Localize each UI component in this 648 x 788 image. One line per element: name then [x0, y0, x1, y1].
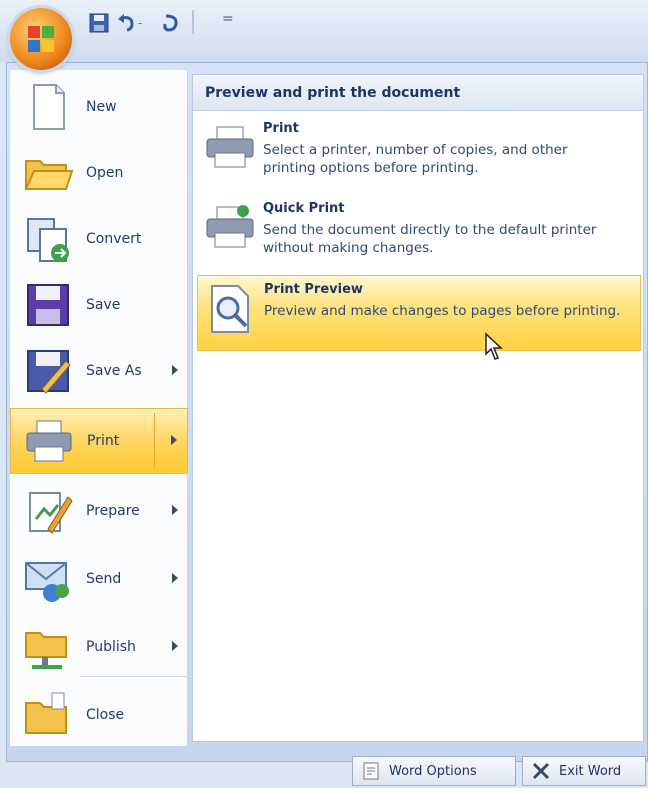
printer-icon — [203, 121, 257, 175]
toolbar-divider — [192, 10, 194, 34]
menu-item-label: Convert — [86, 231, 142, 247]
option-quick-print[interactable]: Quick Print Send the document directly t… — [197, 195, 641, 271]
menu-item-label: Send — [86, 571, 122, 587]
menu-item-print[interactable]: Print — [10, 408, 188, 474]
save-disk-icon — [22, 279, 74, 331]
mouse-cursor-icon — [485, 332, 503, 360]
option-print-preview[interactable]: Print Preview Preview and make changes t… — [197, 275, 641, 351]
open-folder-icon — [22, 147, 74, 199]
convert-icon — [22, 213, 74, 265]
menu-item-label: Save As — [86, 363, 142, 379]
menu-item-label: Prepare — [86, 503, 140, 519]
option-title: Quick Print — [263, 201, 345, 216]
customize-toolbar-button[interactable]: = — [222, 11, 234, 33]
print-preview-icon — [204, 282, 258, 336]
publish-icon — [22, 621, 74, 673]
quick-print-icon — [203, 201, 257, 255]
send-icon — [22, 553, 74, 605]
menu-item-close[interactable]: Close — [10, 682, 188, 748]
exit-word-label: Exit Word — [559, 763, 622, 779]
print-submenu: Preview and print the document Print Sel… — [192, 74, 644, 742]
save-icon[interactable] — [88, 12, 110, 34]
option-print[interactable]: Print Select a printer, number of copies… — [197, 115, 641, 191]
exit-word-button[interactable]: Exit Word — [522, 756, 646, 786]
prepare-icon — [22, 485, 74, 537]
close-folder-icon — [22, 689, 74, 741]
menu-item-label: Publish — [86, 639, 136, 655]
submenu-arrow-icon — [172, 573, 178, 583]
command-list: New Open Convert Save Save As Print Prep… — [10, 70, 192, 748]
menu-item-save-as[interactable]: Save As — [10, 338, 188, 404]
redo-icon[interactable] — [160, 12, 182, 34]
menu-item-label: Save — [86, 297, 121, 313]
menu-item-send[interactable]: Send — [10, 546, 188, 612]
submenu-arrow-icon — [171, 435, 177, 445]
menu-item-publish[interactable]: Publish — [10, 614, 188, 680]
split-divider — [154, 413, 155, 469]
menu-item-label: Print — [87, 433, 120, 449]
menu-item-open[interactable]: Open — [10, 140, 188, 206]
submenu-arrow-icon — [172, 641, 178, 651]
menu-item-new[interactable]: New — [10, 74, 188, 140]
quick-access-toolbar: - = — [0, 0, 648, 62]
office-logo-icon — [28, 26, 54, 52]
menu-item-convert[interactable]: Convert — [10, 206, 188, 272]
menu-item-label: New — [86, 99, 117, 115]
menu-item-save[interactable]: Save — [10, 272, 188, 338]
submenu-arrow-icon — [172, 365, 178, 375]
word-options-button[interactable]: Word Options — [352, 756, 516, 786]
option-title: Print Preview — [264, 282, 363, 297]
close-x-icon — [532, 762, 550, 780]
save-as-icon — [22, 345, 74, 397]
submenu-arrow-icon — [172, 505, 178, 515]
word-options-label: Word Options — [389, 763, 477, 779]
menu-divider — [80, 676, 192, 677]
option-description: Select a printer, number of copies, and … — [263, 142, 568, 176]
new-document-icon — [22, 81, 74, 133]
menu-item-prepare[interactable]: Prepare — [10, 478, 188, 544]
printer-icon — [23, 415, 75, 467]
office-button[interactable] — [10, 8, 72, 70]
option-description: Send the document directly to the defaul… — [263, 222, 597, 256]
menu-item-label: Close — [86, 707, 125, 723]
undo-icon[interactable] — [116, 12, 138, 34]
menu-item-label: Open — [86, 165, 124, 181]
option-description: Preview and make changes to pages before… — [264, 303, 621, 319]
undo-dropdown[interactable]: - — [138, 16, 150, 38]
submenu-header: Preview and print the document — [193, 75, 643, 111]
option-title: Print — [263, 121, 299, 136]
options-icon — [363, 762, 379, 780]
